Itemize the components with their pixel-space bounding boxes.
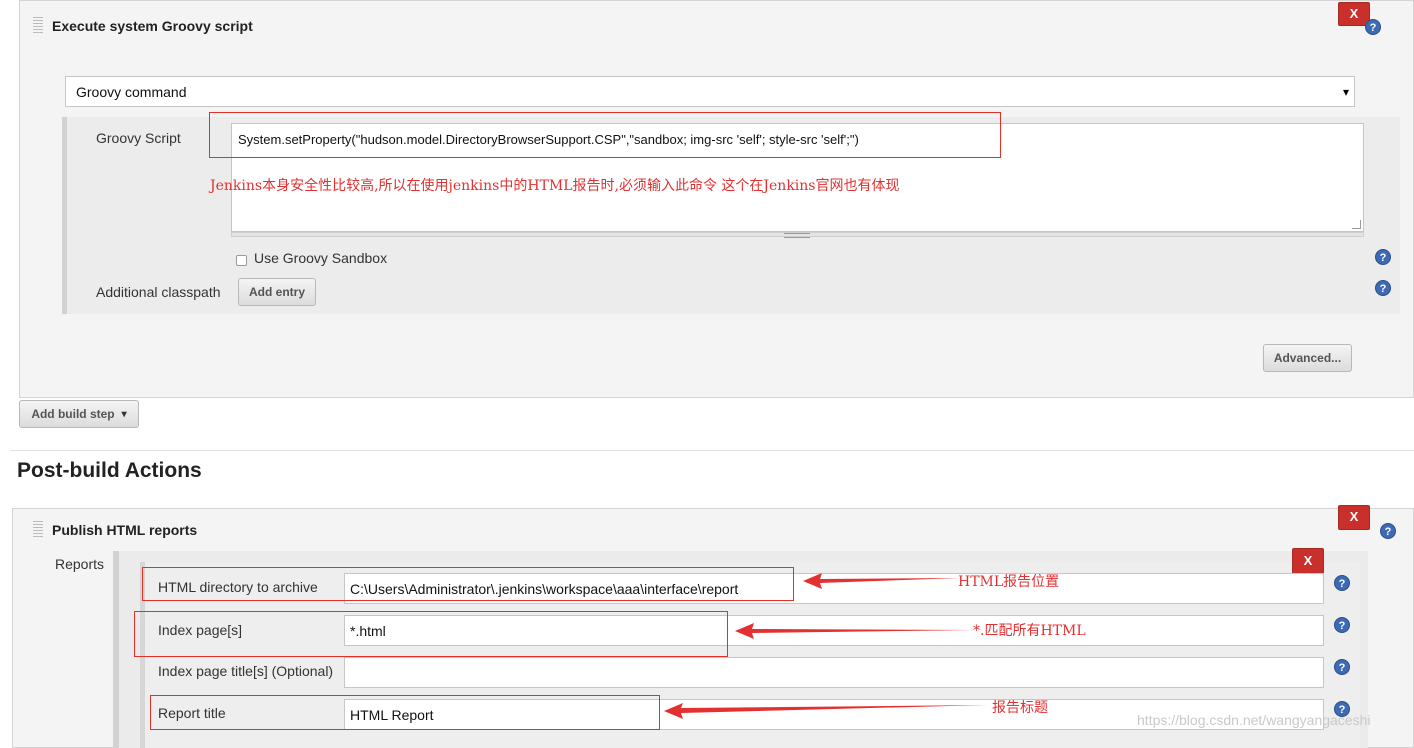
title-arrow-icon xyxy=(664,703,988,719)
dir-arrow-icon xyxy=(803,573,960,589)
index-arrow-icon xyxy=(735,623,975,639)
annotation-arrows xyxy=(664,573,988,719)
dir-annotation: HTML报告位置 xyxy=(958,574,1060,590)
watermark: https://blog.csdn.net/wangyangaceshi xyxy=(1137,712,1371,728)
title-annotation: 报告标题 xyxy=(992,700,1048,716)
index-annotation: *.匹配所有HTML xyxy=(973,623,1086,639)
